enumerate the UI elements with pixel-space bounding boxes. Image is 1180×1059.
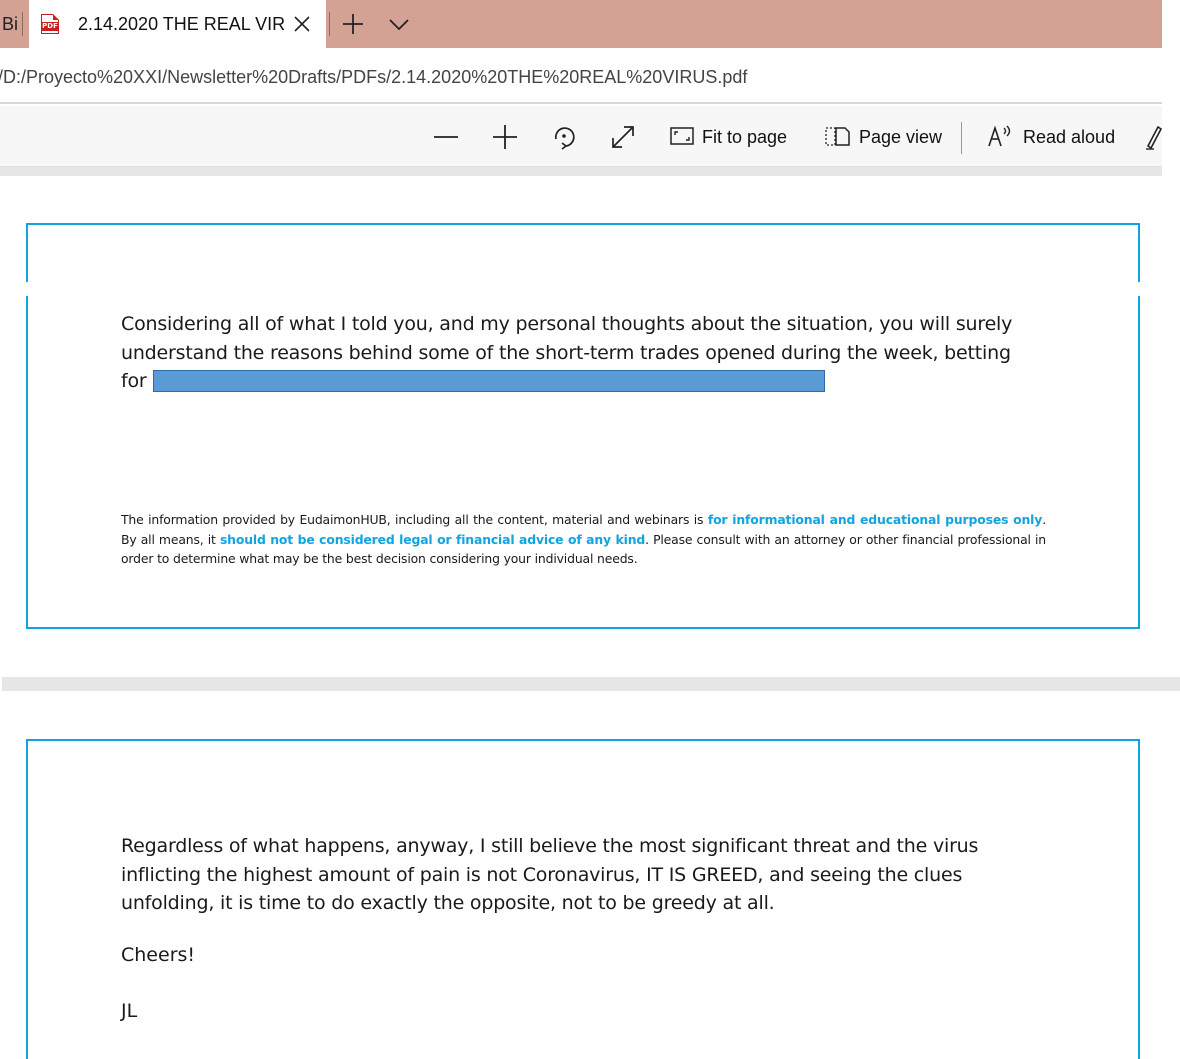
pdf-badge: PDF: [41, 22, 59, 31]
fit-to-page-label: Fit to page: [702, 127, 788, 147]
toolbar-divider: [961, 122, 962, 154]
fit-to-page-icon: [670, 127, 694, 145]
disclaimer-highlight: for informational and educational purpos…: [707, 512, 1043, 527]
text-fragment: for: [121, 370, 147, 392]
page-view-icon: [825, 127, 850, 146]
text-line: for: [121, 367, 1012, 396]
disclaimer: The information provided by EudaimonHUB,…: [121, 510, 1046, 569]
disclaimer-text: The information provided by EudaimonHUB,…: [121, 512, 708, 527]
text-line: unfolding, it is time to do exactly the …: [121, 892, 775, 914]
tab-separator: [329, 12, 330, 36]
fit-to-page-button[interactable]: Fit to page: [670, 106, 787, 166]
tab-strip: Bi PDF 2.14.2020 THE REAL VIR: [0, 0, 1162, 48]
close-icon[interactable]: [291, 13, 313, 35]
disclaimer-highlight: should not be considered legal or financ…: [219, 531, 646, 547]
closing-line: Cheers!: [121, 944, 196, 966]
draw-pen-icon[interactable]: [1144, 124, 1162, 150]
zoom-in-icon[interactable]: [492, 124, 518, 150]
tab-active[interactable]: PDF 2.14.2020 THE REAL VIR: [29, 0, 326, 48]
rotate-icon[interactable]: [551, 124, 577, 150]
pdf-toolbar: Fit to page Page view Read aloud: [0, 106, 1162, 167]
page-view-button[interactable]: Page view: [825, 106, 942, 166]
fullscreen-icon[interactable]: [610, 124, 636, 150]
zoom-out-icon[interactable]: [433, 124, 459, 150]
tab-title: 2.14.2020 THE REAL VIR: [78, 14, 286, 34]
url-text[interactable]: /D:/Proyecto%20XXI/Newsletter%20Drafts/P…: [0, 48, 747, 102]
signature-initials: JL: [121, 1000, 138, 1022]
page2-paragraph: Regardless of what happens, anyway, I st…: [121, 832, 978, 918]
page-separator: [2, 677, 1180, 691]
text-line: understand the reasons behind some of th…: [121, 341, 1011, 364]
read-aloud-icon: [988, 125, 1011, 147]
address-bar[interactable]: /D:/Proyecto%20XXI/Newsletter%20Drafts/P…: [0, 48, 1162, 104]
pdf-file-icon: PDF: [41, 14, 59, 34]
page-break-gap: [20, 282, 1146, 296]
redaction-box: [152, 370, 825, 392]
read-aloud-label: Read aloud: [1023, 127, 1116, 147]
viewer-top-strip: [0, 167, 1162, 176]
page1-paragraph: Considering all of what I told you, and …: [121, 310, 1012, 396]
tab-previous-label: Bi: [2, 14, 19, 34]
text-line: inflicting the highest amount of pain is…: [121, 863, 963, 886]
read-aloud-button[interactable]: Read aloud: [987, 106, 1115, 166]
text-line: Regardless of what happens, anyway, I st…: [121, 835, 979, 857]
tab-separator: [22, 12, 23, 36]
chevron-down-icon[interactable]: [386, 14, 412, 34]
new-tab-plus-icon[interactable]: [340, 11, 366, 37]
page-view-label: Page view: [859, 127, 943, 147]
tab-previous[interactable]: Bi: [0, 0, 20, 48]
text-line: Considering all of what I told you, and …: [121, 313, 1013, 335]
